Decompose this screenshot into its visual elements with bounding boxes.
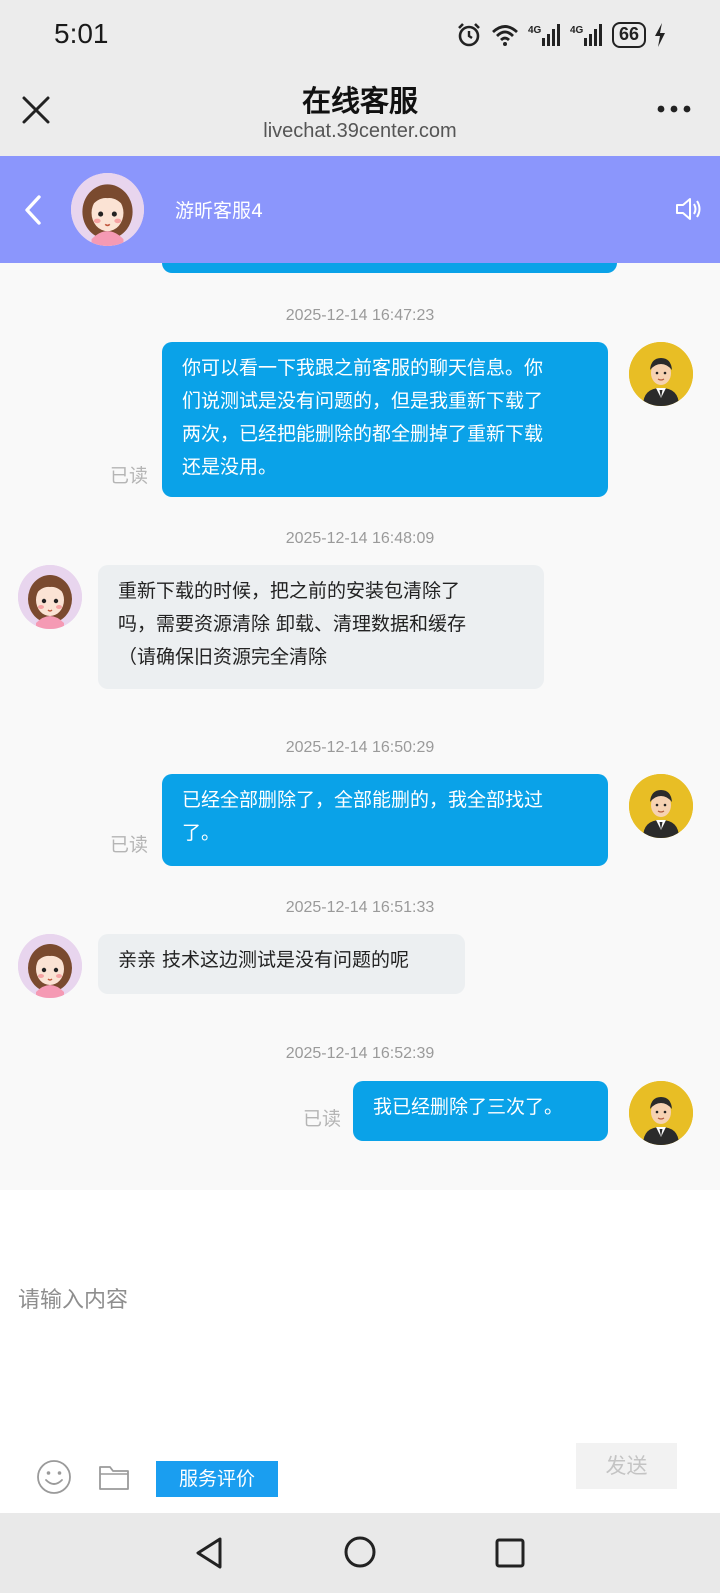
alarm-icon (458, 23, 480, 47)
message-line: 我已经删除了三次了。 (373, 1096, 564, 1118)
message-bubble-partial (162, 263, 617, 273)
user-avatar (629, 1081, 693, 1145)
message-line: 两次，已经把能删除的都全删掉了重新下载 (182, 423, 544, 445)
send-button[interactable]: 发送 (576, 1443, 677, 1489)
composer: 服务评价 发送 (0, 1190, 720, 1513)
message-line: 们说测试是没有问题的，但是我重新下载了 (182, 390, 544, 412)
received-message-bubble[interactable]: 亲亲 技术这边测试是没有问题的呢 (98, 934, 465, 994)
status-icons: 4G 4G 66 (456, 20, 666, 50)
emoji-icon[interactable] (36, 1459, 72, 1495)
page-url: livechat.39center.com (263, 120, 457, 142)
agent-avatar (71, 173, 144, 246)
folder-icon[interactable] (98, 1462, 130, 1492)
sent-message-bubble[interactable]: 我已经删除了三次了。 (353, 1081, 608, 1141)
sent-message-bubble[interactable]: 你可以看一下我跟之前客服的聊天信息。你 们说测试是没有问题的，但是我重新下载了 两次… (162, 342, 608, 497)
signal-4g-icon: 4G (528, 24, 560, 46)
message-line: 亲亲 技术这边测试是没有问题的呢 (118, 949, 410, 971)
nav-recent-apps-icon[interactable] (494, 1537, 526, 1569)
message-timestamp: 2025-12-14 16:51:33 (285, 899, 435, 916)
message-timestamp: 2025-12-14 16:50:29 (285, 739, 435, 756)
message-line: 你可以看一下我跟之前客服的聊天信息。你 (182, 357, 544, 379)
signal-4g-icon: 4G (570, 24, 602, 46)
nav-home-icon[interactable] (343, 1535, 377, 1569)
message-list[interactable]: 2025-12-14 16:47:23 你可以看一下我跟之前客服的聊天信息。你 们说… (0, 263, 720, 1190)
message-line: （请确保旧资源完全清除 (118, 646, 328, 668)
user-avatar (629, 342, 693, 406)
wifi-icon (492, 25, 518, 46)
read-receipt: 已读 (303, 1108, 342, 1130)
agent-avatar (18, 565, 82, 629)
message-line: 重新下载的时候，把之前的安装包清除了 (118, 580, 461, 602)
message-input[interactable] (18, 1280, 698, 1320)
message-line: 吗，需要资源清除 卸载、清理数据和缓存 (118, 613, 467, 635)
message-line: 还是没用。 (182, 456, 278, 478)
battery-indicator: 66 (611, 22, 646, 48)
message-timestamp: 2025-12-14 16:52:39 (285, 1045, 435, 1062)
svg-text:4G: 4G (570, 25, 584, 36)
status-bar: 5:01 4G 4G 66 (0, 0, 720, 70)
chat-header: 游昕客服4 (0, 156, 720, 263)
system-nav-bar (0, 1513, 720, 1593)
nav-back-icon[interactable] (194, 1535, 226, 1571)
message-line: 了。 (182, 822, 221, 844)
read-receipt: 已读 (110, 834, 149, 856)
sent-message-bubble[interactable]: 已经全部删除了，全部能删的，我全部找过 了。 (162, 774, 608, 866)
message-timestamp: 2025-12-14 16:47:23 (285, 307, 435, 324)
user-avatar (629, 774, 693, 838)
read-receipt: 已读 (110, 465, 149, 487)
agent-name: 游昕客服4 (175, 200, 264, 222)
received-message-bubble[interactable]: 重新下载的时候，把之前的安装包清除了 吗，需要资源清除 卸载、清理数据和缓存 （请确… (98, 565, 544, 689)
page-title: 在线客服 (301, 84, 418, 118)
agent-avatar (18, 934, 82, 998)
message-timestamp: 2025-12-14 16:48:09 (285, 530, 435, 547)
charging-icon (655, 23, 665, 47)
svg-text:4G: 4G (528, 25, 542, 36)
browser-bar: 在线客服 livechat.39center.com (0, 70, 720, 156)
message-line: 已经全部删除了，全部能删的，我全部找过 (182, 789, 544, 811)
rate-service-button[interactable]: 服务评价 (156, 1461, 278, 1497)
status-time: 5:01 (54, 18, 109, 49)
back-arrow-icon[interactable] (20, 192, 46, 228)
more-icon[interactable] (654, 94, 694, 124)
speaker-icon[interactable] (674, 194, 704, 224)
